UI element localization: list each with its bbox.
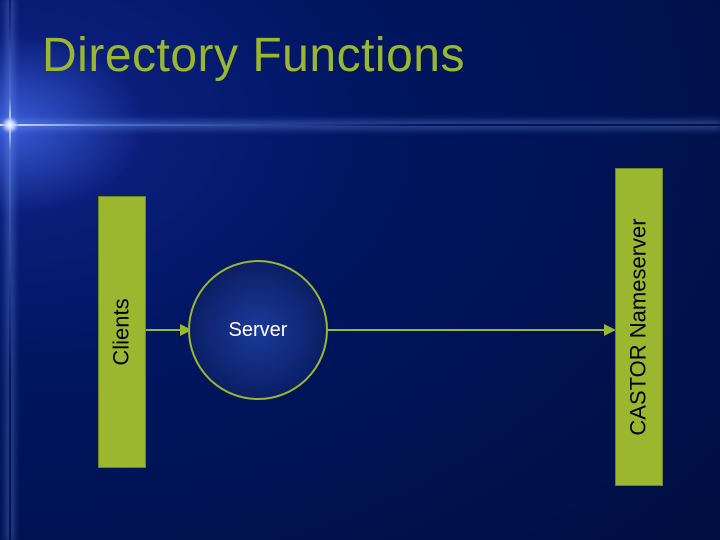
server-label: Server <box>229 319 288 342</box>
clients-box: Clients <box>98 196 146 468</box>
lens-flare-core <box>2 117 18 133</box>
clients-label: Clients <box>109 298 135 365</box>
slide-title: Directory Functions <box>42 28 465 83</box>
server-node: Server <box>188 260 328 400</box>
lens-flare-horizontal <box>0 124 720 126</box>
nameserver-label: CASTOR Nameserver <box>626 218 652 435</box>
lens-flare-vertical <box>9 0 11 540</box>
arrow-clients-to-server-line <box>146 329 182 331</box>
nameserver-box: CASTOR Nameserver <box>615 168 663 486</box>
arrow-server-to-nameserver-line <box>328 329 606 331</box>
